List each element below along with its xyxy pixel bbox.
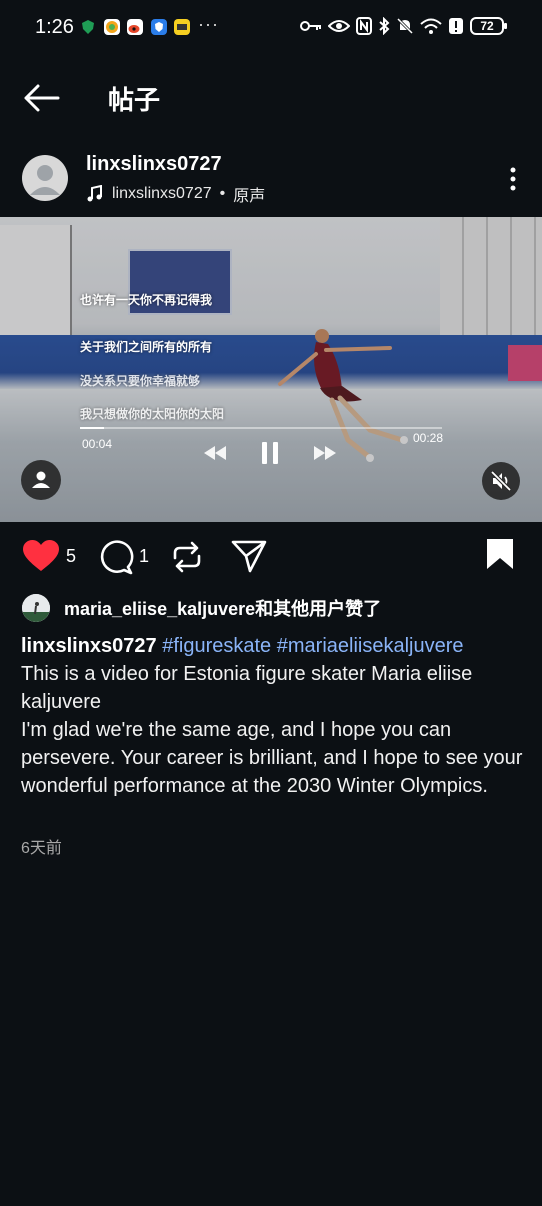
post-timestamp: 6天前 — [21, 840, 62, 857]
fast-forward-icon — [314, 446, 336, 460]
vertical-dots-icon — [510, 167, 516, 191]
liked-by-row[interactable]: maria_eliise_kaljuvere和其他用户赞了 — [22, 593, 381, 623]
colorful-app-icon — [104, 19, 120, 35]
video-progress-bar[interactable] — [80, 427, 442, 429]
like-count: 5 — [66, 546, 77, 566]
shield-app-icon — [80, 19, 96, 35]
weibo-icon — [127, 19, 143, 35]
more-options-button[interactable] — [508, 166, 518, 192]
post-username[interactable]: linxslinxs0727 — [86, 153, 222, 176]
avatar[interactable] — [22, 155, 68, 201]
skater-avatar-icon — [22, 594, 50, 622]
speaker-muted-icon — [490, 470, 512, 492]
music-note-icon — [87, 185, 102, 202]
caption-line: I'm glad we're the same age, and I hope … — [21, 719, 523, 797]
liker-avatar — [22, 594, 50, 622]
yellow-app-icon — [174, 19, 190, 35]
alert-icon — [448, 17, 464, 35]
bluetooth-icon — [378, 17, 390, 35]
save-button[interactable] — [486, 538, 514, 575]
eye-icon — [328, 18, 350, 34]
audio-user: linxslinxs0727 — [112, 185, 212, 202]
hashtag-link[interactable]: #mariaeliisekaljuvere — [277, 635, 464, 657]
post-actions: 5 1 — [0, 533, 542, 581]
comment-count: 1 — [139, 546, 150, 566]
repost-icon — [173, 541, 201, 573]
audio-label: 原声 — [233, 188, 266, 205]
lyric-line: 我只想做你的太阳你的太阳 — [80, 407, 225, 421]
post-header: linxslinxs0727 linxslinxs0727 • 原声 — [0, 150, 542, 210]
battery-indicator: 72 — [470, 17, 507, 35]
pause-icon — [262, 442, 278, 464]
bookmark-icon — [487, 539, 513, 569]
current-time: 00:04 — [82, 437, 113, 451]
default-avatar-icon — [30, 165, 60, 195]
lyric-line: 关于我们之间所有的所有 — [80, 340, 213, 354]
caption-line: This is a video for Estonia figure skate… — [21, 663, 473, 713]
tagged-users-button[interactable] — [21, 460, 61, 500]
nfc-icon — [356, 17, 372, 35]
mute-toggle-button[interactable] — [482, 462, 520, 500]
like-button[interactable] — [22, 539, 60, 578]
lyric-line: 也许有一天你不再记得我 — [80, 293, 213, 307]
post-caption: linxslinxs0727 #figureskate #mariaeliise… — [21, 632, 526, 800]
share-button[interactable] — [231, 539, 267, 578]
lyric-line: 没关系只要你幸福就够 — [80, 374, 201, 388]
caption-username[interactable]: linxslinxs0727 — [21, 635, 157, 657]
status-time: 1:26 — [35, 16, 74, 38]
repost-button[interactable] — [171, 540, 203, 579]
fast-forward-button[interactable] — [314, 446, 336, 465]
back-button[interactable] — [22, 78, 62, 118]
video-progress-fill — [80, 427, 104, 429]
rewind-icon — [204, 446, 226, 460]
status-icons: 72 — [300, 17, 507, 35]
video-player[interactable]: 也许有一天你不再记得我 关于我们之间所有的所有 没关系只要你幸福就够 我只想做你… — [0, 217, 542, 522]
pause-button[interactable] — [262, 442, 278, 469]
status-bar: 1:26 ··· 72 — [0, 0, 542, 58]
mute-icon — [396, 17, 414, 35]
arrow-left-icon — [24, 84, 60, 112]
more-notifications-icon: ··· — [198, 14, 219, 34]
hashtag-link[interactable]: #figureskate — [162, 635, 271, 657]
liked-by-text: maria_eliise_kaljuvere和其他用户赞了 — [64, 599, 382, 619]
wifi-icon — [420, 17, 442, 35]
blue-shield-app-icon — [151, 19, 167, 35]
video-overlay — [0, 217, 542, 522]
comment-button[interactable] — [98, 539, 134, 580]
heart-icon — [23, 540, 59, 571]
rewind-button[interactable] — [204, 446, 226, 465]
duration: 00:28 — [413, 431, 444, 445]
person-icon — [32, 471, 50, 488]
key-icon — [300, 19, 322, 33]
audio-separator: • — [219, 185, 226, 202]
paper-plane-icon — [231, 540, 267, 573]
app-header: 帖子 — [0, 64, 542, 130]
comment-icon — [100, 540, 134, 575]
page-title: 帖子 — [108, 85, 161, 115]
original-audio-link[interactable]: linxslinxs0727 • 原声 — [86, 182, 265, 206]
